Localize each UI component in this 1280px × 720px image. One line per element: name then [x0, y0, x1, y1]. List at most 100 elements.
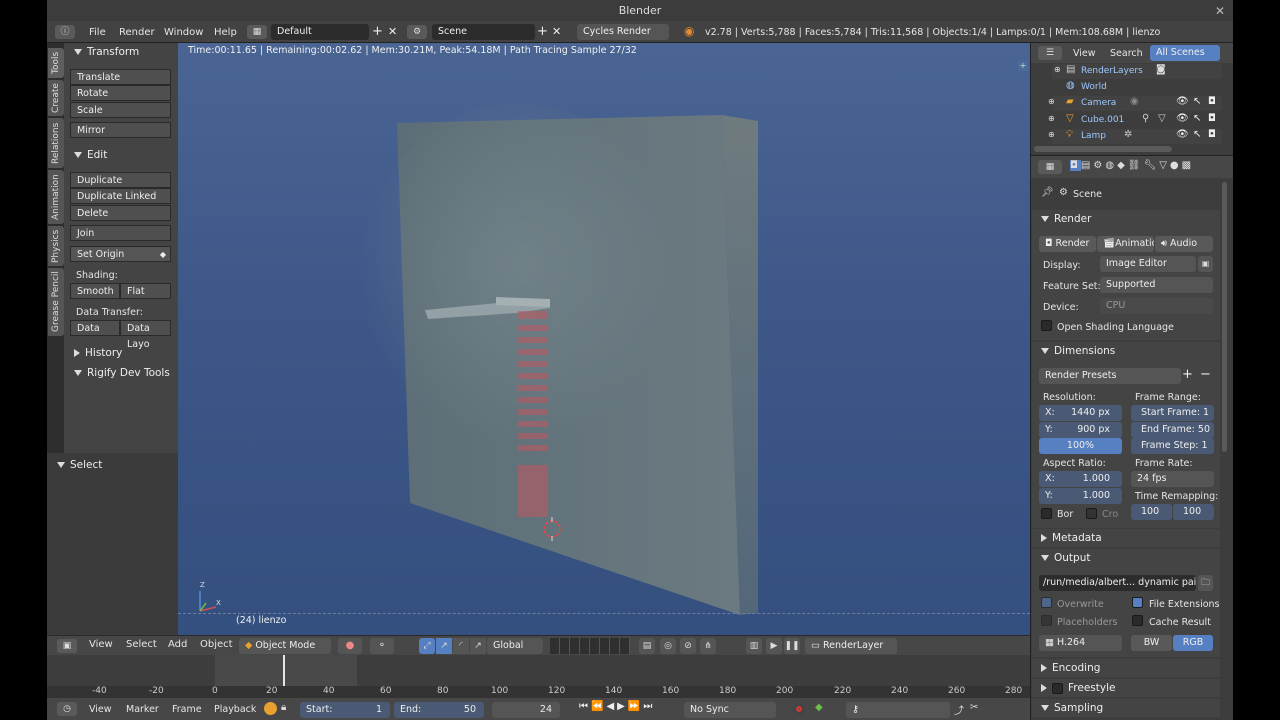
select-panel-header[interactable]: Select: [57, 456, 177, 474]
opengl-render-icon[interactable]: ▶: [766, 638, 782, 654]
outliner-row[interactable]: ⊕ 💡︎ Lamp ✲ 👁︎ ↖ ◘: [1048, 129, 1222, 144]
texture-tab-icon[interactable]: ▩: [1182, 160, 1194, 171]
dimensions-panel-header[interactable]: Dimensions: [1041, 342, 1211, 360]
sync-mode-select[interactable]: No Sync: [684, 702, 776, 718]
scene-icon[interactable]: ⚙: [407, 25, 427, 39]
rigify-panel-header[interactable]: Rigify Dev Tools: [74, 364, 178, 382]
visibility-eye-icon[interactable]: 👁︎: [1176, 96, 1189, 107]
scene-tab-icon[interactable]: ⚙: [1093, 160, 1105, 171]
timeline-menu-frame[interactable]: Frame: [172, 704, 202, 715]
freestyle-panel-header[interactable]: Freestyle: [1041, 679, 1211, 697]
keying-set-field[interactable]: ⚷: [846, 702, 950, 718]
current-frame-field[interactable]: 24: [492, 702, 560, 718]
menu-select[interactable]: Select: [126, 639, 157, 650]
history-panel-header[interactable]: History: [74, 344, 174, 362]
menu-help[interactable]: Help: [214, 27, 237, 38]
snap-target-icon[interactable]: ⋔: [700, 638, 716, 654]
expand-icon[interactable]: ⊕: [1048, 114, 1055, 123]
expand-icon[interactable]: ⊕: [1054, 65, 1061, 74]
delete-button[interactable]: Delete: [70, 205, 171, 221]
outliner-row[interactable]: ◍ World: [1052, 80, 1222, 95]
time-remap-old-field[interactable]: 100: [1131, 504, 1172, 520]
time-remap-new-field[interactable]: 100: [1173, 504, 1214, 520]
menu-view[interactable]: View: [89, 639, 113, 650]
play-icon[interactable]: ▶: [617, 701, 628, 712]
layer-buttons[interactable]: [550, 638, 630, 654]
expand-icon[interactable]: ⊕: [1048, 130, 1055, 139]
close-window-icon[interactable]: ✕: [1215, 4, 1225, 18]
add-preset-icon[interactable]: +: [1182, 367, 1193, 382]
outliner-editor-icon[interactable]: ☰: [1038, 46, 1062, 60]
properties-editor-icon[interactable]: ▦: [1038, 160, 1062, 174]
add-layout-icon[interactable]: +: [372, 24, 383, 39]
set-origin-select[interactable]: Set Origin ◆: [70, 246, 171, 262]
screen-layout-field[interactable]: Default: [271, 24, 369, 40]
smooth-button[interactable]: Smooth: [70, 283, 120, 299]
pause-render-icon[interactable]: ❚❚: [784, 638, 800, 654]
outliner-row[interactable]: ⊕ ▽ Cube.001 ⚲ ▽ 👁︎ ↖ ◘: [1048, 113, 1222, 128]
tab-create[interactable]: Create: [48, 80, 64, 116]
scale-manipulator-icon[interactable]: ↗: [470, 638, 486, 654]
remove-preset-icon[interactable]: −: [1200, 367, 1211, 382]
expand-icon[interactable]: ⊕: [1048, 97, 1055, 106]
timeline-area[interactable]: [47, 655, 1030, 698]
frame-rate-select[interactable]: 24 fps: [1131, 471, 1214, 487]
feature-set-select[interactable]: Supported: [1100, 277, 1213, 293]
proportional-edit-icon[interactable]: ◎: [660, 638, 676, 654]
metadata-panel-header[interactable]: Metadata: [1041, 529, 1211, 547]
render-layer-toggle-icon[interactable]: ◙: [1156, 64, 1166, 75]
pivot-point-icon[interactable]: ⚬: [370, 638, 394, 654]
border-checkbox[interactable]: [1041, 508, 1052, 519]
timeline-playhead[interactable]: [283, 655, 285, 686]
selectability-cursor-icon[interactable]: ↖: [1193, 113, 1201, 124]
scale-button[interactable]: Scale: [70, 102, 171, 118]
remove-scene-icon[interactable]: ✕: [552, 25, 561, 38]
sampling-panel-header[interactable]: Sampling: [1041, 699, 1211, 717]
world-tab-icon[interactable]: ◍: [1105, 160, 1117, 171]
color-bw-button[interactable]: BW: [1131, 635, 1172, 651]
placeholders-checkbox[interactable]: [1041, 615, 1052, 626]
selectability-cursor-icon[interactable]: ↖: [1193, 129, 1201, 140]
end-frame-field[interactable]: End: 50: [394, 702, 484, 718]
file-browser-icon[interactable]: 🗀: [1198, 575, 1213, 591]
translate-button[interactable]: Translate: [70, 69, 171, 85]
info-editor-icon[interactable]: ⓘ: [55, 25, 75, 39]
outliner-menu-search[interactable]: Search: [1110, 48, 1143, 59]
duplicate-button[interactable]: Duplicate: [70, 172, 171, 188]
manipulator-toggle-icon[interactable]: ⤢: [419, 638, 435, 654]
timeline-menu-marker[interactable]: Marker: [126, 704, 159, 715]
visibility-eye-icon[interactable]: 👁︎: [1176, 129, 1189, 140]
flat-button[interactable]: Flat: [120, 283, 171, 299]
menu-file[interactable]: File: [89, 27, 106, 38]
add-scene-icon[interactable]: +: [537, 24, 548, 39]
timeline-menu-view[interactable]: View: [89, 704, 112, 715]
modifiers-tab-icon[interactable]: 🔧︎: [1143, 160, 1159, 171]
keying-set-icon[interactable]: ◆: [815, 702, 823, 713]
jump-start-icon[interactable]: ⏮: [579, 701, 591, 712]
resolution-percentage-slider[interactable]: 100%: [1039, 438, 1122, 454]
orientation-select[interactable]: Global: [487, 638, 543, 654]
duplicate-linked-button[interactable]: Duplicate Linked: [70, 188, 171, 204]
join-button[interactable]: Join: [70, 225, 171, 241]
lock-layers-icon[interactable]: ▤: [639, 638, 655, 654]
render-layers-tab-icon[interactable]: ▤: [1081, 160, 1093, 171]
render-panel-header[interactable]: Render: [1041, 210, 1211, 228]
timeline-menu-playback[interactable]: Playback: [214, 704, 256, 715]
overwrite-checkbox[interactable]: [1041, 597, 1052, 608]
editor-type-icon[interactable]: ▣: [57, 639, 77, 653]
object-tab-icon[interactable]: ◆: [1117, 160, 1128, 171]
osl-checkbox[interactable]: [1041, 320, 1052, 331]
color-rgb-button[interactable]: RGB: [1173, 635, 1213, 651]
viewport-shading-icon[interactable]: ●: [338, 638, 362, 654]
transform-panel-header[interactable]: Transform: [74, 43, 174, 61]
device-select[interactable]: CPU: [1100, 298, 1213, 314]
tab-tools[interactable]: Tools: [48, 48, 64, 78]
render-presets-select[interactable]: Render Presets: [1039, 368, 1181, 384]
delete-keyframe-icon[interactable]: ✂: [970, 702, 978, 713]
viewport-expand-icon[interactable]: +: [1018, 61, 1028, 71]
end-frame-prop[interactable]: End Frame: 50: [1131, 422, 1214, 438]
menu-window[interactable]: Window: [164, 27, 203, 38]
outliner-filter-select[interactable]: All Scenes: [1150, 45, 1220, 61]
prev-keyframe-icon[interactable]: ⏪: [591, 701, 606, 712]
lock-icon[interactable]: 🔒︎: [281, 702, 286, 713]
